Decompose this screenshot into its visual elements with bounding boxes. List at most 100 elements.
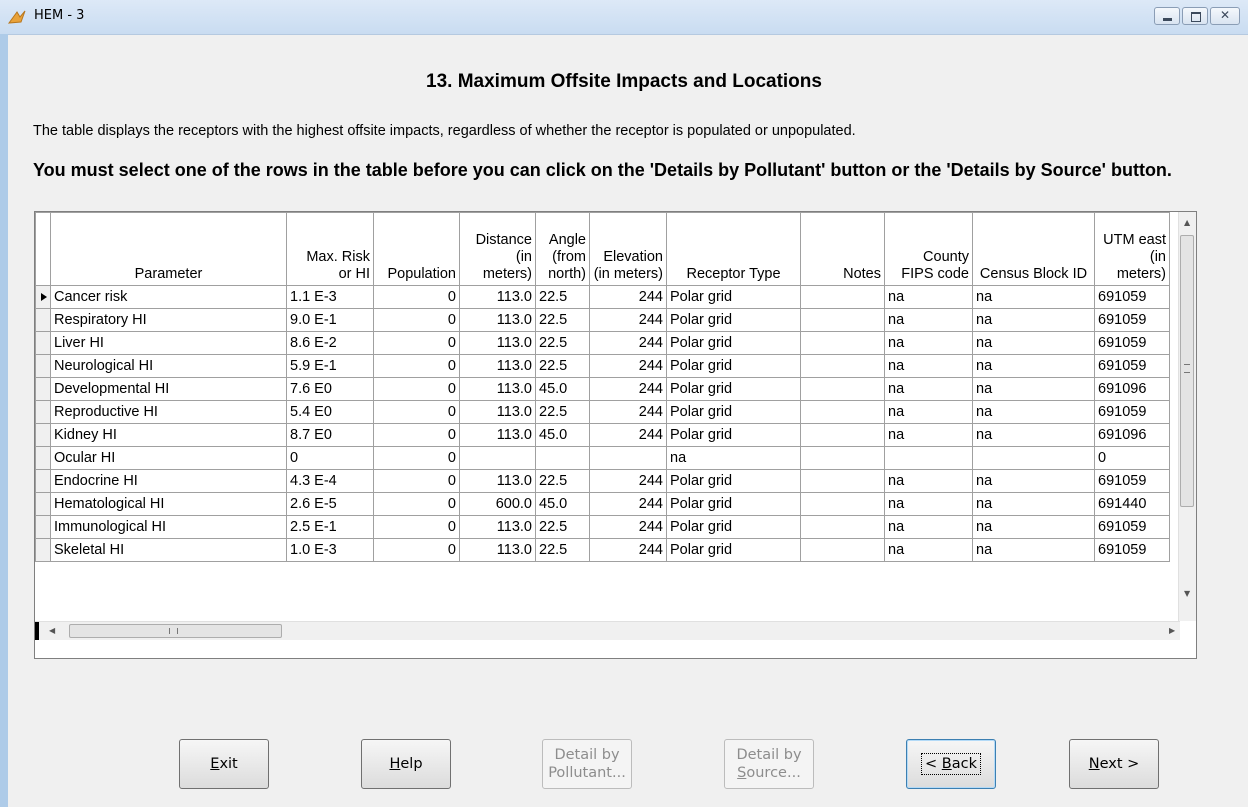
cell-angle[interactable]: 22.5: [535, 400, 590, 424]
cell-census-block[interactable]: na: [972, 469, 1095, 493]
cell-receptor-type[interactable]: na: [666, 446, 801, 470]
scroll-left-icon[interactable]: ◀: [49, 626, 55, 635]
column-header-census-block[interactable]: Census Block ID: [972, 212, 1095, 286]
cell-receptor-type[interactable]: Polar grid: [666, 377, 801, 401]
cell-parameter[interactable]: Skeletal HI: [50, 538, 287, 562]
cell-elevation[interactable]: 244: [589, 354, 667, 378]
close-button[interactable]: [1210, 7, 1240, 25]
cell-receptor-type[interactable]: Polar grid: [666, 354, 801, 378]
cell-utm-east[interactable]: 691059: [1094, 285, 1170, 309]
cell-receptor-type[interactable]: Polar grid: [666, 492, 801, 516]
column-header-max-risk[interactable]: Max. Risk or HI: [286, 212, 374, 286]
cell-utm-east[interactable]: 691440: [1094, 492, 1170, 516]
cell-parameter[interactable]: Reproductive HI: [50, 400, 287, 424]
cell-population[interactable]: 0: [373, 377, 460, 401]
cell-distance[interactable]: 113.0: [459, 377, 536, 401]
table-row[interactable]: Immunological HI 2.5 E-1 0 113.0 22.5 244 Pola…: [35, 515, 1170, 539]
cell-notes[interactable]: [800, 492, 885, 516]
cell-notes[interactable]: [800, 538, 885, 562]
table-row[interactable]: Kidney HI 8.7 E0 0 113.0 45.0 244 Polar grid na…: [35, 423, 1170, 447]
table-row[interactable]: Respiratory HI 9.0 E-1 0 113.0 22.5 244 Polar …: [35, 308, 1170, 332]
cell-receptor-type[interactable]: Polar grid: [666, 515, 801, 539]
cell-elevation[interactable]: 244: [589, 285, 667, 309]
cell-parameter[interactable]: Kidney HI: [50, 423, 287, 447]
cell-distance[interactable]: 113.0: [459, 515, 536, 539]
cell-county-fips[interactable]: na: [884, 400, 973, 424]
cell-notes[interactable]: [800, 400, 885, 424]
table-row[interactable]: Liver HI 8.6 E-2 0 113.0 22.5 244 Polar grid na…: [35, 331, 1170, 355]
table-row[interactable]: Hematological HI 2.6 E-5 0 600.0 45.0 244 Pola…: [35, 492, 1170, 516]
minimize-button[interactable]: [1154, 7, 1180, 25]
row-selector[interactable]: [35, 377, 51, 401]
maximize-button[interactable]: [1182, 7, 1208, 25]
cell-county-fips[interactable]: na: [884, 377, 973, 401]
cell-parameter[interactable]: Neurological HI: [50, 354, 287, 378]
column-header-population[interactable]: Population: [373, 212, 460, 286]
horizontal-scrollbar[interactable]: ◀ ▶: [35, 621, 1180, 640]
cell-angle[interactable]: 22.5: [535, 331, 590, 355]
cell-max-risk[interactable]: 1.1 E-3: [286, 285, 374, 309]
cell-elevation[interactable]: 244: [589, 515, 667, 539]
cell-distance[interactable]: 113.0: [459, 423, 536, 447]
cell-notes[interactable]: [800, 285, 885, 309]
cell-utm-east[interactable]: 691059: [1094, 469, 1170, 493]
cell-county-fips[interactable]: na: [884, 331, 973, 355]
table-row[interactable]: Skeletal HI 1.0 E-3 0 113.0 22.5 244 Polar gri…: [35, 538, 1170, 562]
cell-parameter[interactable]: Immunological HI: [50, 515, 287, 539]
cell-notes[interactable]: [800, 469, 885, 493]
cell-elevation[interactable]: 244: [589, 538, 667, 562]
cell-angle[interactable]: 22.5: [535, 515, 590, 539]
cell-distance[interactable]: [459, 446, 536, 470]
cell-distance[interactable]: 113.0: [459, 308, 536, 332]
row-selector[interactable]: [35, 492, 51, 516]
cell-parameter[interactable]: Respiratory HI: [50, 308, 287, 332]
row-selector[interactable]: [35, 423, 51, 447]
vertical-scrollbar[interactable]: ▲ ▼: [1178, 212, 1196, 621]
row-selector[interactable]: [35, 331, 51, 355]
cell-elevation[interactable]: 244: [589, 400, 667, 424]
cell-elevation[interactable]: 244: [589, 377, 667, 401]
cell-max-risk[interactable]: 2.5 E-1: [286, 515, 374, 539]
column-header-angle[interactable]: Angle (from north): [535, 212, 590, 286]
cell-notes[interactable]: [800, 515, 885, 539]
cell-utm-east[interactable]: 691059: [1094, 538, 1170, 562]
cell-county-fips[interactable]: [884, 446, 973, 470]
cell-census-block[interactable]: na: [972, 354, 1095, 378]
table-row[interactable]: Endocrine HI 4.3 E-4 0 113.0 22.5 244 Polar gr…: [35, 469, 1170, 493]
cell-elevation[interactable]: 244: [589, 423, 667, 447]
horizontal-scroll-thumb[interactable]: [69, 624, 282, 638]
detail-by-source-button[interactable]: Detail by Source...: [724, 739, 814, 789]
table-row[interactable]: Neurological HI 5.9 E-1 0 113.0 22.5 244 Polar…: [35, 354, 1170, 378]
cell-census-block[interactable]: na: [972, 492, 1095, 516]
cell-elevation[interactable]: 244: [589, 469, 667, 493]
cell-distance[interactable]: 113.0: [459, 538, 536, 562]
cell-parameter[interactable]: Ocular HI: [50, 446, 287, 470]
cell-distance[interactable]: 113.0: [459, 469, 536, 493]
cell-utm-east[interactable]: 0: [1094, 446, 1170, 470]
cell-population[interactable]: 0: [373, 492, 460, 516]
cell-census-block[interactable]: [972, 446, 1095, 470]
cell-receptor-type[interactable]: Polar grid: [666, 308, 801, 332]
cell-census-block[interactable]: na: [972, 377, 1095, 401]
cell-utm-east[interactable]: 691059: [1094, 308, 1170, 332]
cell-receptor-type[interactable]: Polar grid: [666, 285, 801, 309]
cell-notes[interactable]: [800, 308, 885, 332]
column-header-elevation[interactable]: Elevation (in meters): [589, 212, 667, 286]
table-row[interactable]: Reproductive HI 5.4 E0 0 113.0 22.5 244 Polar …: [35, 400, 1170, 424]
cell-county-fips[interactable]: na: [884, 354, 973, 378]
cell-angle[interactable]: 22.5: [535, 538, 590, 562]
cell-census-block[interactable]: na: [972, 515, 1095, 539]
table-row[interactable]: Ocular HI 0 0 na 0: [35, 446, 1170, 470]
cell-census-block[interactable]: na: [972, 285, 1095, 309]
cell-population[interactable]: 0: [373, 446, 460, 470]
column-header-receptor-type[interactable]: Receptor Type: [666, 212, 801, 286]
cell-census-block[interactable]: na: [972, 538, 1095, 562]
cell-max-risk[interactable]: 1.0 E-3: [286, 538, 374, 562]
cell-max-risk[interactable]: 2.6 E-5: [286, 492, 374, 516]
cell-elevation[interactable]: 244: [589, 492, 667, 516]
cell-receptor-type[interactable]: Polar grid: [666, 400, 801, 424]
row-selector[interactable]: [35, 446, 51, 470]
table-row[interactable]: Developmental HI 7.6 E0 0 113.0 45.0 244 Polar…: [35, 377, 1170, 401]
cell-distance[interactable]: 113.0: [459, 331, 536, 355]
cell-angle[interactable]: 22.5: [535, 469, 590, 493]
